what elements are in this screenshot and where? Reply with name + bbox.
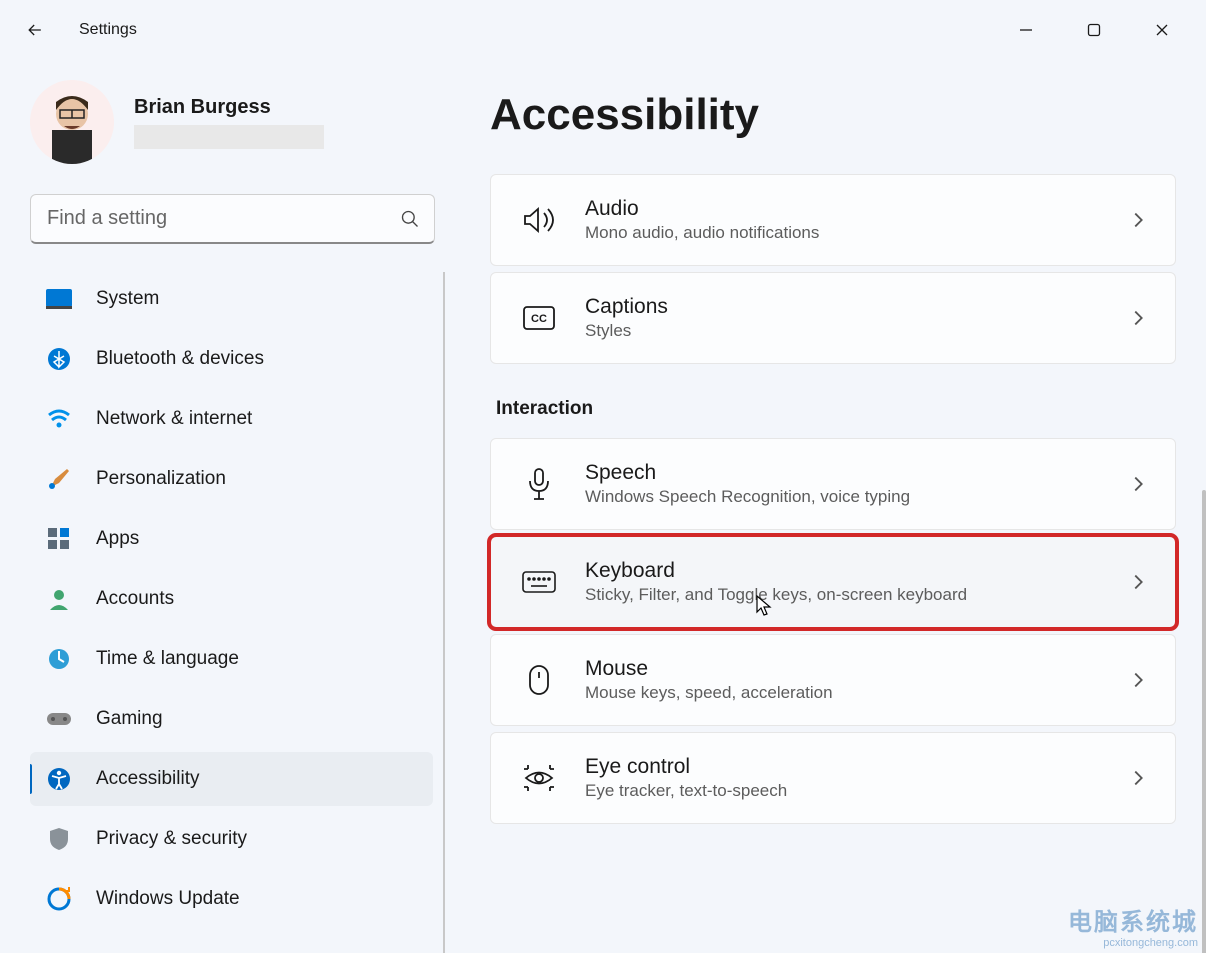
chevron-right-icon: [1127, 473, 1149, 495]
card-subtitle: Windows Speech Recognition, voice typing: [585, 487, 1127, 507]
app-title: Settings: [79, 21, 137, 39]
profile-email-redacted: [134, 125, 324, 149]
avatar: [30, 80, 114, 164]
main-panel: Accessibility Audio Mono audio, audio no…: [460, 60, 1206, 953]
gamepad-icon: [46, 706, 72, 732]
accessibility-icon: [46, 766, 72, 792]
nav-label: Privacy & security: [96, 828, 247, 850]
card-subtitle: Styles: [585, 321, 1127, 341]
card-title: Mouse: [585, 657, 1127, 681]
nav-gaming[interactable]: Gaming: [30, 692, 433, 746]
nav-bluetooth[interactable]: Bluetooth & devices: [30, 332, 433, 386]
card-title: Eye control: [585, 755, 1127, 779]
close-icon: [1155, 23, 1169, 37]
card-title: Audio: [585, 197, 1127, 221]
chevron-right-icon: [1127, 209, 1149, 231]
nav-label: System: [96, 288, 159, 310]
nav-label: Bluetooth & devices: [96, 348, 264, 370]
back-button[interactable]: [15, 10, 55, 50]
paintbrush-icon: [46, 466, 72, 492]
search-box[interactable]: [30, 194, 435, 244]
card-audio[interactable]: Audio Mono audio, audio notifications: [490, 174, 1176, 266]
card-speech[interactable]: Speech Windows Speech Recognition, voice…: [490, 438, 1176, 530]
nav-label: Personalization: [96, 468, 226, 490]
search-input[interactable]: [45, 206, 400, 231]
nav-label: Accounts: [96, 588, 174, 610]
bluetooth-icon: [46, 346, 72, 372]
microphone-icon: [517, 462, 561, 506]
nav-accounts[interactable]: Accounts: [30, 572, 433, 626]
nav-accessibility[interactable]: Accessibility: [30, 752, 433, 806]
update-icon: [46, 886, 72, 912]
section-interaction-header: Interaction: [496, 398, 1176, 420]
chevron-right-icon: [1127, 767, 1149, 789]
accounts-icon: [46, 586, 72, 612]
card-eye-control[interactable]: Eye control Eye tracker, text-to-speech: [490, 732, 1176, 824]
captions-icon: CC: [517, 296, 561, 340]
search-icon: [400, 209, 420, 229]
card-keyboard[interactable]: Keyboard Sticky, Filter, and Toggle keys…: [490, 536, 1176, 628]
nav-personalization[interactable]: Personalization: [30, 452, 433, 506]
nav-label: Windows Update: [96, 888, 240, 910]
sidebar: Brian Burgess System Bluetooth & devices…: [0, 60, 460, 953]
card-title: Speech: [585, 461, 1127, 485]
nav-system[interactable]: System: [30, 272, 433, 326]
minimize-button[interactable]: [997, 10, 1055, 50]
card-title: Keyboard: [585, 559, 1127, 583]
nav-list[interactable]: System Bluetooth & devices Network & int…: [30, 272, 445, 953]
titlebar: Settings: [0, 0, 1206, 60]
eye-icon: [517, 756, 561, 800]
chevron-right-icon: [1127, 571, 1149, 593]
system-icon: [46, 286, 72, 312]
card-subtitle: Mono audio, audio notifications: [585, 223, 1127, 243]
minimize-icon: [1019, 23, 1033, 37]
maximize-icon: [1087, 23, 1101, 37]
nav-label: Accessibility: [96, 768, 199, 790]
card-subtitle: Mouse keys, speed, acceleration: [585, 683, 1127, 703]
card-subtitle: Sticky, Filter, and Toggle keys, on-scre…: [585, 585, 1127, 605]
nav-windows-update[interactable]: Windows Update: [30, 872, 433, 926]
profile-block[interactable]: Brian Burgess: [30, 80, 435, 164]
nav-label: Network & internet: [96, 408, 252, 430]
mouse-icon: [517, 658, 561, 702]
nav-network[interactable]: Network & internet: [30, 392, 433, 446]
apps-icon: [46, 526, 72, 552]
card-captions[interactable]: CC Captions Styles: [490, 272, 1176, 364]
keyboard-icon: [517, 560, 561, 604]
clock-globe-icon: [46, 646, 72, 672]
nav-time-language[interactable]: Time & language: [30, 632, 433, 686]
svg-text:CC: CC: [531, 313, 547, 325]
card-subtitle: Eye tracker, text-to-speech: [585, 781, 1127, 801]
audio-icon: [517, 198, 561, 242]
nav-label: Apps: [96, 528, 139, 550]
wifi-icon: [46, 406, 72, 432]
nav-label: Time & language: [96, 648, 239, 670]
profile-name: Brian Burgess: [134, 96, 324, 119]
nav-privacy[interactable]: Privacy & security: [30, 812, 433, 866]
shield-icon: [46, 826, 72, 852]
back-arrow-icon: [25, 20, 45, 40]
close-button[interactable]: [1133, 10, 1191, 50]
window-controls: [997, 10, 1191, 50]
chevron-right-icon: [1127, 307, 1149, 329]
nav-apps[interactable]: Apps: [30, 512, 433, 566]
nav-label: Gaming: [96, 708, 163, 730]
page-title: Accessibility: [490, 90, 1176, 140]
scrollbar[interactable]: [1202, 490, 1206, 953]
chevron-right-icon: [1127, 669, 1149, 691]
card-mouse[interactable]: Mouse Mouse keys, speed, acceleration: [490, 634, 1176, 726]
card-title: Captions: [585, 295, 1127, 319]
maximize-button[interactable]: [1065, 10, 1123, 50]
